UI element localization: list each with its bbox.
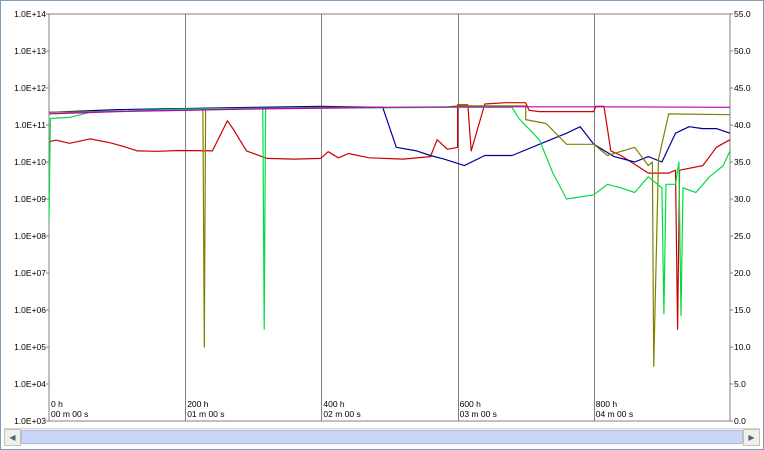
x-tick-hours-label-4: 800 h xyxy=(596,399,618,409)
right-tick-label-5: 25.0 xyxy=(734,231,751,241)
right-tick-label-8: 40.0 xyxy=(734,120,751,130)
right-axis: 0.0 5.0 10.0 15.0 20.0 25.0 30.0 35.0 40.0 45.0 50… xyxy=(730,9,751,426)
left-tick-label-1: 1.0E+04 xyxy=(14,379,46,389)
scroll-left-button[interactable]: ◀ xyxy=(4,429,21,446)
scroll-right-button[interactable]: ▶ xyxy=(743,429,760,446)
x-tick-hours-label-1: 200 h xyxy=(187,399,209,409)
scroll-thumb[interactable] xyxy=(21,430,743,444)
left-tick-label-2: 1.0E+05 xyxy=(14,342,46,352)
left-tick-label-11: 1.0E+14 xyxy=(14,9,46,19)
x-tick-hours-label-0: 0 h xyxy=(51,399,63,409)
chart: 1.0E+03 1.0E+04 1.0E+05 1.0E+06 1.0E+07 1.0E+… xyxy=(14,9,751,426)
left-tick-label-4: 1.0E+07 xyxy=(14,268,46,278)
right-tick-label-0: 0.0 xyxy=(734,416,746,426)
horizontal-scrollbar[interactable]: ◀ ▶ xyxy=(4,428,760,446)
right-tick-label-3: 15.0 xyxy=(734,305,751,315)
right-tick-label-4: 20.0 xyxy=(734,268,751,278)
left-tick-label-8: 1.0E+11 xyxy=(15,120,47,130)
right-tick-label-1: 5.0 xyxy=(734,379,746,389)
right-tick-label-11: 55.0 xyxy=(734,9,751,19)
left-tick-label-6: 1.0E+09 xyxy=(14,194,46,204)
right-tick-label-10: 50.0 xyxy=(734,46,751,56)
left-tick-label-0: 1.0E+03 xyxy=(14,416,46,426)
x-tick-time-label-0: 00 m 00 s xyxy=(51,409,88,419)
right-tick-label-6: 30.0 xyxy=(734,194,751,204)
right-tick-label-7: 35.0 xyxy=(734,157,751,167)
left-tick-label-7: 1.0E+10 xyxy=(14,157,46,167)
left-tick-label-3: 1.0E+06 xyxy=(14,305,46,315)
left-tick-label-5: 1.0E+08 xyxy=(14,231,46,241)
scroll-right-arrow-icon: ▶ xyxy=(748,433,755,442)
x-tick-time-label-4: 04 m 00 s xyxy=(596,409,633,419)
x-tick-time-label-1: 01 m 00 s xyxy=(187,409,224,419)
x-tick-hours-label-3: 600 h xyxy=(460,399,482,409)
plot-area xyxy=(48,13,731,422)
left-tick-label-10: 1.0E+13 xyxy=(14,46,46,56)
x-tick-time-label-2: 02 m 00 s xyxy=(323,409,360,419)
scroll-left-arrow-icon: ◀ xyxy=(9,433,16,442)
chart-frame: 1.0E+03 1.0E+04 1.0E+05 1.0E+06 1.0E+07 1.0E+… xyxy=(0,0,764,450)
left-tick-label-9: 1.0E+12 xyxy=(14,83,46,93)
right-tick-label-2: 10.0 xyxy=(734,342,751,352)
x-tick-hours-label-2: 400 h xyxy=(323,399,345,409)
x-tick-time-label-3: 03 m 00 s xyxy=(460,409,497,419)
right-tick-label-9: 45.0 xyxy=(734,83,751,93)
left-axis: 1.0E+03 1.0E+04 1.0E+05 1.0E+06 1.0E+07 1.0E+… xyxy=(14,9,49,426)
